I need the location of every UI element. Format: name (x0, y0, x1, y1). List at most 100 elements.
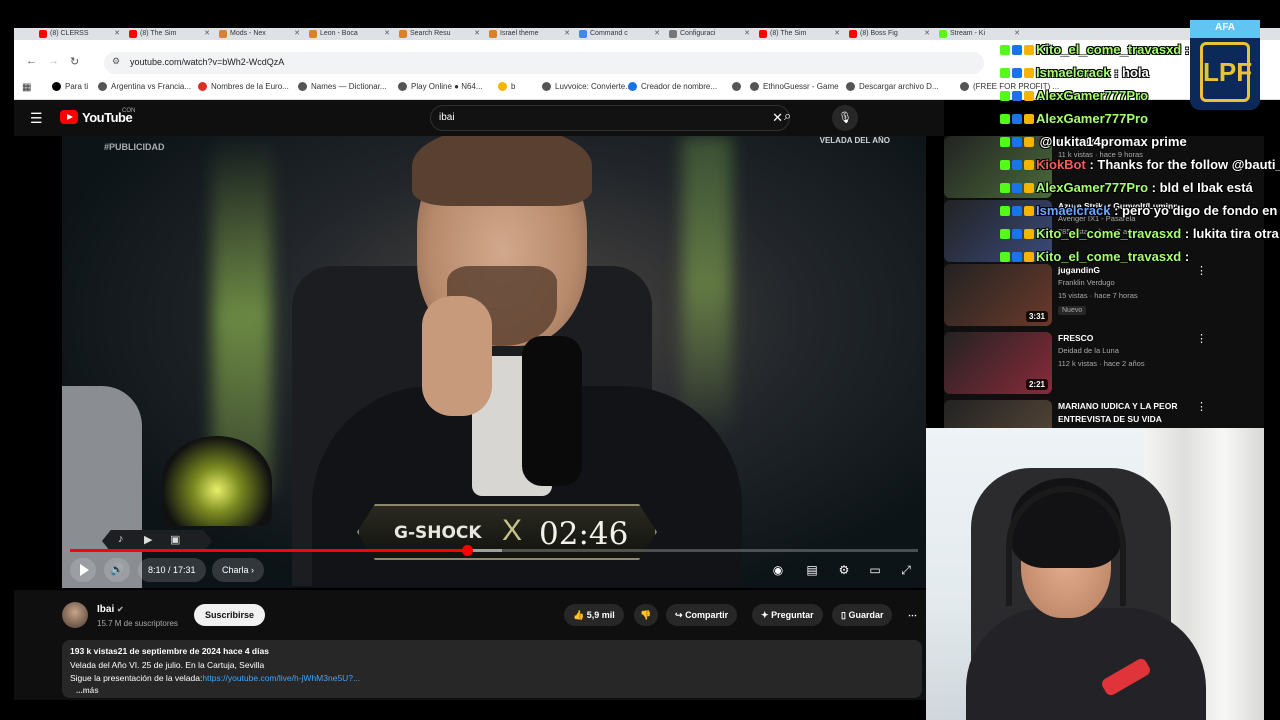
recommended-channel[interactable]: Deidad de la Luna (1058, 346, 1119, 355)
theater-mode-icon[interactable]: ▭ (865, 560, 885, 580)
description-box[interactable]: 193 k vistas21 de septiembre de 2024 hac… (62, 640, 922, 698)
bookmark-item[interactable] (732, 82, 745, 91)
browser-tab[interactable]: Leon - Boca ✕ (306, 28, 392, 40)
browser-tab[interactable]: (8) Boss Fig ✕ (846, 28, 932, 40)
bookmark-item[interactable]: b (498, 82, 515, 91)
search-box[interactable]: ibai ✕ (430, 105, 790, 131)
close-tab-icon[interactable]: ✕ (744, 28, 750, 40)
league-logo: AFA LPF (1190, 20, 1260, 110)
tab-favicon-icon (939, 30, 947, 38)
stage-lamp (162, 436, 272, 526)
bookmark-item[interactable]: Argentina vs Francia... (98, 82, 191, 91)
channel-avatar[interactable] (62, 602, 88, 628)
chat-badge-icon (1024, 229, 1034, 239)
forward-icon[interactable]: → (48, 55, 59, 67)
recommended-video[interactable]: 3:31 jugandinG Franklin Verdugo 15 vistas ·… (944, 264, 1264, 330)
menu-icon[interactable]: ☰ (30, 110, 43, 127)
close-tab-icon[interactable]: ✕ (834, 28, 840, 40)
close-tab-icon[interactable]: ✕ (924, 28, 930, 40)
video-thumbnail[interactable]: 3:31 (944, 264, 1052, 326)
search-icon[interactable]: ⌕ (784, 108, 791, 124)
recommended-title[interactable]: MARIANO IUDICA Y LA PEOR ENTREVISTA DE S… (1058, 400, 1198, 426)
microphone-icon[interactable]: 🎙 (832, 105, 858, 131)
chat-badge-icon (1012, 137, 1022, 147)
close-tab-icon[interactable]: ✕ (564, 28, 570, 40)
browser-tab[interactable]: Israel theme ✕ (486, 28, 572, 40)
bookmark-item[interactable]: Play Online ● N64... (398, 82, 483, 91)
more-options-icon[interactable]: ⋮ (1196, 400, 1207, 413)
chat-badge-icon (1000, 229, 1010, 239)
browser-tab[interactable]: Search Resu ✕ (396, 28, 482, 40)
ask-button[interactable]: ✦ Preguntar (752, 604, 823, 626)
close-tab-icon[interactable]: ✕ (1014, 28, 1020, 40)
chat-badge-icon (1012, 45, 1022, 55)
search-input[interactable]: ibai (439, 112, 455, 123)
browser-tab[interactable]: (8) CLERSS ✕ (36, 28, 122, 40)
address-bar[interactable]: ⚙ youtube.com/watch?v=bWh2-WcdQzA (104, 52, 984, 74)
bookmark-label: Creador de nombre... (641, 82, 718, 91)
close-tab-icon[interactable]: ✕ (114, 28, 120, 40)
more-options-icon[interactable]: ⋮ (1196, 332, 1207, 345)
subtitles-icon[interactable]: ▤ (802, 560, 822, 580)
chapter-button[interactable]: Charla › (212, 558, 265, 582)
bookmark-item[interactable]: Luvvoice: Convierte... (542, 82, 632, 91)
stream-screen: (8) CLERSS ✕ (8) The Sim ✕ Mods - Nex ✕ Leon -… (0, 0, 1280, 720)
site-icon (198, 82, 207, 91)
settings-icon[interactable]: ⚙ (834, 560, 854, 580)
share-button[interactable]: ↪ Compartir (666, 604, 738, 626)
chat-badge-icon (1000, 206, 1010, 216)
volume-icon[interactable]: 🔊 (104, 558, 130, 582)
close-tab-icon[interactable]: ✕ (384, 28, 390, 40)
browser-tab[interactable]: (8) The Sim ✕ (126, 28, 212, 40)
video-thumbnail[interactable] (944, 400, 1052, 428)
save-button[interactable]: ▯ Guardar (832, 604, 893, 626)
bookmark-item[interactable]: Creador de nombre... (628, 82, 717, 91)
channel-name[interactable]: Ibai ✔ (97, 604, 124, 615)
video-player[interactable]: #PUBLICIDAD VELADA DEL AÑO ♪ ▶ ▣ G-SHOCK… (62, 136, 926, 588)
close-tab-icon[interactable]: ✕ (654, 28, 660, 40)
video-thumbnail[interactable]: 2:21 (944, 332, 1052, 394)
browser-tab[interactable]: Command c ✕ (576, 28, 662, 40)
dislike-button[interactable]: 👎 (634, 604, 658, 626)
recommended-title[interactable]: FRESCO (1058, 332, 1198, 345)
recommended-channel[interactable]: Franklin Verdugo (1058, 278, 1115, 287)
globe-icon (846, 82, 855, 91)
recommended-video[interactable]: 2:21 FRESCO Deidad de la Luna 112 k vistas … (944, 332, 1264, 398)
close-tab-icon[interactable]: ✕ (474, 28, 480, 40)
more-actions-icon[interactable]: ⋯ (906, 604, 924, 626)
like-button[interactable]: 👍 5,9 mil (564, 604, 624, 626)
show-more-link[interactable]: ...más (76, 686, 99, 695)
close-tab-icon[interactable]: ✕ (294, 28, 300, 40)
bookmark-label: b (511, 82, 516, 91)
tab-label: Configuraci (680, 30, 716, 37)
fullscreen-icon[interactable]: ⤢ (896, 560, 916, 580)
browser-tab[interactable]: Stream - Ki ✕ (936, 28, 1022, 40)
bookmark-item[interactable]: Names — Dictionar... (298, 82, 387, 91)
chat-message: AlexGamer777Pro (1000, 88, 1148, 103)
progress-bar[interactable] (70, 545, 918, 556)
site-info-icon[interactable]: ⚙ (112, 56, 120, 67)
clear-search-icon[interactable]: ✕ (772, 110, 783, 126)
league-logo-mark: LPF (1200, 42, 1252, 102)
subscribe-button[interactable]: Suscribirse (194, 604, 266, 626)
recommended-video[interactable]: MARIANO IUDICA Y LA PEOR ENTREVISTA DE S… (944, 400, 1264, 428)
youtube-logo-icon[interactable] (60, 110, 78, 124)
chat-badge-icon (1024, 91, 1034, 101)
url-text[interactable]: youtube.com/watch?v=bWh2-WcdQzA (130, 57, 284, 67)
bookmark-item[interactable]: Descargar archivo D... (846, 82, 939, 91)
description-link[interactable]: https://youtube.com/live/h-jWhM3ne5U?... (202, 673, 360, 683)
apps-grid-icon[interactable]: ▦ (22, 82, 31, 93)
new-badge: Nuevo (1058, 306, 1087, 315)
browser-tab[interactable]: Mods - Nex ✕ (216, 28, 302, 40)
close-tab-icon[interactable]: ✕ (204, 28, 210, 40)
autoplay-toggle[interactable]: ◉ (768, 560, 788, 580)
back-icon[interactable]: ← (26, 55, 37, 67)
bookmark-item[interactable]: EthnoGuessr - Game (750, 82, 839, 91)
reload-icon[interactable]: ↻ (70, 55, 79, 68)
like-icon: 👍 (573, 610, 585, 620)
bookmark-item[interactable]: Nombres de la Euro... (198, 82, 289, 91)
play-button[interactable] (70, 558, 96, 582)
bookmark-item[interactable]: Para ti (52, 82, 88, 91)
browser-tab[interactable]: Configuraci ✕ (666, 28, 752, 40)
browser-tab[interactable]: (8) The Sim ✕ (756, 28, 842, 40)
